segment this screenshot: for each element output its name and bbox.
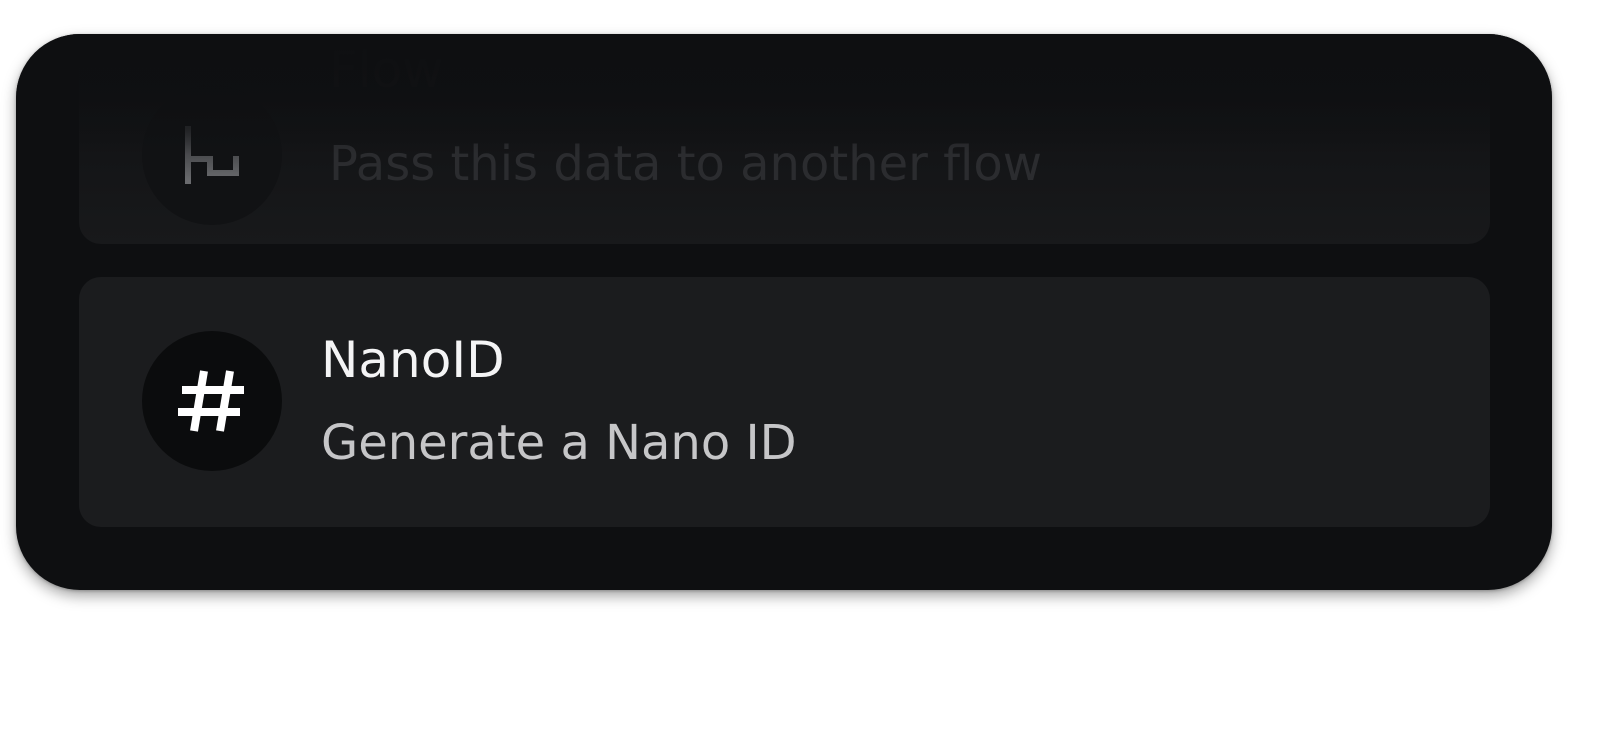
- item-title: Flow: [329, 41, 444, 99]
- item-title: NanoID: [321, 331, 505, 389]
- item-description: Generate a Nano ID: [321, 415, 797, 471]
- item-description: Pass this data to another flow: [329, 136, 1042, 192]
- flow-icon: [185, 126, 239, 184]
- action-list-panel: Flow Pass this data to another flow Nano…: [16, 34, 1552, 590]
- hash-icon: [178, 370, 244, 432]
- hash-icon-container: [142, 331, 282, 471]
- list-item-flow[interactable]: Flow Pass this data to another flow: [79, 34, 1490, 244]
- list-item-nanoid[interactable]: NanoID Generate a Nano ID: [79, 277, 1490, 527]
- flow-icon-container: [142, 85, 282, 225]
